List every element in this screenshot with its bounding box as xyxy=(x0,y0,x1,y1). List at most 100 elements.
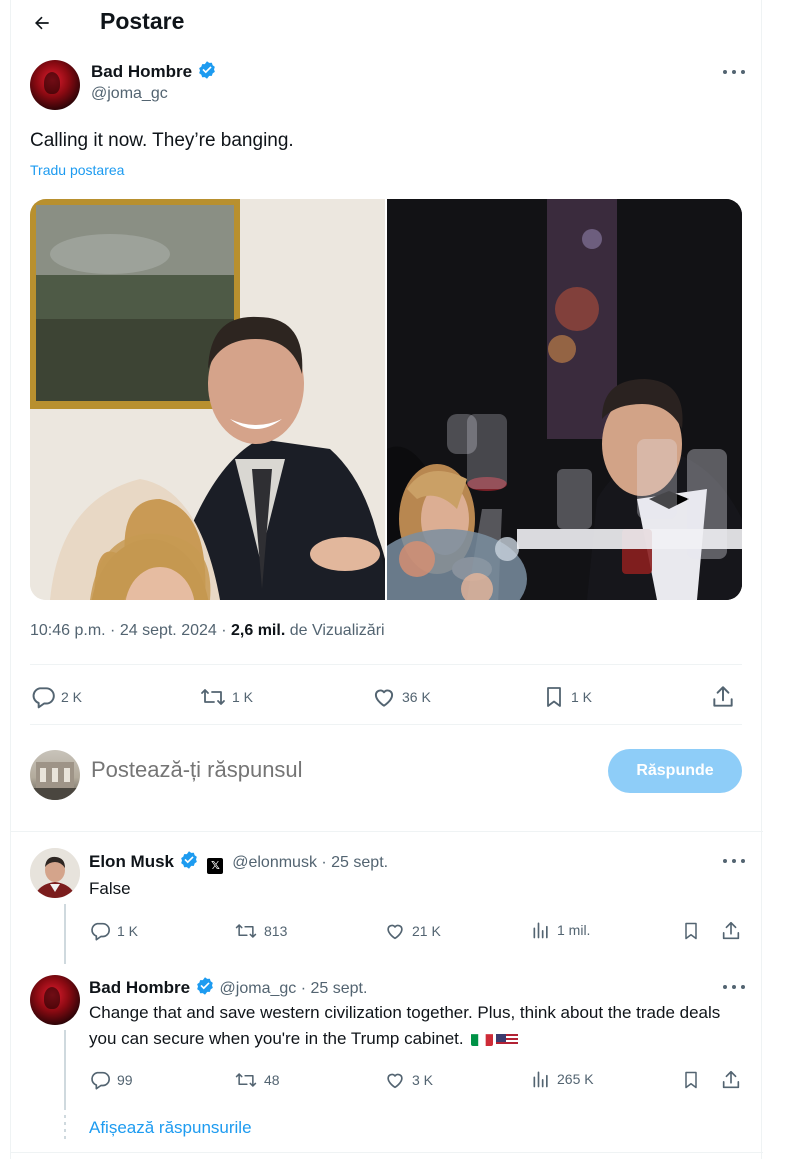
back-button[interactable] xyxy=(25,6,59,40)
like-icon xyxy=(374,689,394,707)
translate-link[interactable]: Tradu postarea xyxy=(30,162,124,178)
views-icon xyxy=(533,922,548,939)
reply-composer: Răspunde xyxy=(30,745,742,801)
bookmark-icon xyxy=(547,687,561,707)
repost-button[interactable]: 813 xyxy=(234,920,287,942)
bookmark-button[interactable]: 1 K xyxy=(542,677,592,717)
bookmark-button[interactable] xyxy=(681,1069,701,1091)
bookmark-icon xyxy=(685,1071,697,1089)
flag-italy-icon xyxy=(471,1031,494,1046)
repost-button[interactable]: 48 xyxy=(234,1069,280,1091)
photo-right[interactable] xyxy=(387,199,742,600)
verified-badge-icon xyxy=(180,851,197,869)
bookmark-icon xyxy=(685,922,697,940)
tweet-media[interactable] xyxy=(30,199,742,600)
reply-date[interactable]: · 25 sept. xyxy=(296,980,368,997)
thread-line xyxy=(64,1030,66,1110)
bookmark-count: 1 K xyxy=(571,689,593,705)
reply-button[interactable]: 99 xyxy=(89,1069,133,1091)
current-user-avatar[interactable] xyxy=(30,750,80,800)
views-count: 1 mil. xyxy=(557,922,591,938)
reply-button[interactable]: 1 K xyxy=(89,920,138,942)
reply-count: 99 xyxy=(117,1072,133,1088)
divider xyxy=(11,831,763,832)
back-arrow-icon xyxy=(35,16,49,30)
divider xyxy=(30,724,742,725)
reply-author-handle[interactable]: @joma_gc xyxy=(220,980,297,997)
like-button[interactable]: 21 K xyxy=(384,920,441,942)
share-button[interactable] xyxy=(710,677,736,717)
repost-icon xyxy=(235,1073,257,1087)
tweet-text: Calling it now. They’re banging. xyxy=(30,130,294,151)
author-name[interactable]: Bad Hombre xyxy=(91,62,192,81)
share-icon xyxy=(722,1070,740,1089)
flag-usa-icon xyxy=(496,1031,519,1046)
like-icon xyxy=(387,924,403,940)
bookmark-button[interactable] xyxy=(681,920,701,942)
reply-avatar[interactable] xyxy=(30,975,80,1025)
author-handle[interactable]: @joma_gc xyxy=(91,85,217,103)
reply-author-name[interactable]: Elon Musk xyxy=(89,852,174,871)
reply-actions: 99 48 3 K 265 K xyxy=(89,1069,742,1091)
x-logo-icon: 𝕏 xyxy=(207,857,224,874)
reply-header: Elon Musk 𝕏 @elonmusk · 25 sept. xyxy=(89,850,388,874)
reply-input[interactable] xyxy=(91,757,571,783)
reply-button[interactable]: 2 K xyxy=(30,677,82,717)
page-title: Postare xyxy=(100,8,185,34)
reply-author-handle[interactable]: @elonmusk xyxy=(232,854,317,871)
views-button[interactable]: 265 K xyxy=(531,1069,594,1089)
views-button[interactable]: 1 mil. xyxy=(531,920,590,940)
repost-count: 1 K xyxy=(232,689,254,705)
like-count: 21 K xyxy=(412,923,441,939)
reply-avatar[interactable] xyxy=(30,848,80,898)
share-icon xyxy=(722,921,740,940)
more-button[interactable] xyxy=(721,853,747,869)
divider xyxy=(11,1152,763,1153)
show-replies-link[interactable]: Afișează răspunsurile xyxy=(89,1118,252,1138)
views-count: 2,6 mil. xyxy=(231,622,286,639)
page-header: Postare xyxy=(11,0,763,44)
photo-left[interactable] xyxy=(30,199,385,600)
repost-count: 813 xyxy=(264,923,288,939)
share-icon xyxy=(713,686,733,707)
share-button[interactable] xyxy=(720,1069,742,1091)
tweet-meta: 10:46 p.m. · 24 sept. 2024 · 2,6 mil. de… xyxy=(30,622,385,640)
thread-line xyxy=(64,904,66,964)
like-icon xyxy=(387,1073,403,1089)
reply-text: False xyxy=(89,879,131,898)
reply-count: 1 K xyxy=(117,923,139,939)
share-button[interactable] xyxy=(720,920,742,942)
repost-count: 48 xyxy=(264,1072,280,1088)
more-button[interactable] xyxy=(721,979,747,995)
repost-icon xyxy=(235,924,257,938)
like-button[interactable]: 3 K xyxy=(384,1069,433,1091)
verified-badge-icon xyxy=(196,977,213,995)
views-count: 265 K xyxy=(557,1071,594,1087)
views-label: de Vizualizări xyxy=(285,622,385,639)
reply-icon xyxy=(32,687,55,709)
repost-button[interactable]: 1 K xyxy=(199,677,253,717)
reply-text-content: Change that and save western civilizatio… xyxy=(89,1003,721,1048)
reply-submit-button[interactable]: Răspunde xyxy=(608,749,742,793)
like-count: 3 K xyxy=(412,1072,434,1088)
author-avatar[interactable] xyxy=(30,60,80,110)
reply-date[interactable]: · 25 sept. xyxy=(317,854,388,871)
repost-icon xyxy=(201,689,225,705)
reply-icon xyxy=(91,922,110,941)
thread-line-dotted xyxy=(64,1115,66,1143)
more-button[interactable] xyxy=(721,64,747,80)
divider xyxy=(30,664,742,665)
reply-header: Bad Hombre @joma_gc · 25 sept. xyxy=(89,976,367,998)
like-count: 36 K xyxy=(402,689,431,705)
verified-badge-icon xyxy=(198,61,215,79)
views-icon xyxy=(533,1071,548,1088)
reply-author-name[interactable]: Bad Hombre xyxy=(89,978,190,997)
reply-count: 2 K xyxy=(61,689,83,705)
reply-icon xyxy=(91,1071,110,1090)
tweet-time[interactable]: 10:46 p.m. · 24 sept. 2024 · xyxy=(30,622,231,639)
reply-actions: 1 K 813 21 K 1 mil. xyxy=(89,920,742,942)
reply-text: Change that and save western civilizatio… xyxy=(89,1000,729,1052)
tweet-actions: 2 K 1 K 36 K 1 K xyxy=(30,677,742,717)
like-button[interactable]: 36 K xyxy=(371,677,431,717)
author-info: Bad Hombre @joma_gc xyxy=(91,60,217,103)
